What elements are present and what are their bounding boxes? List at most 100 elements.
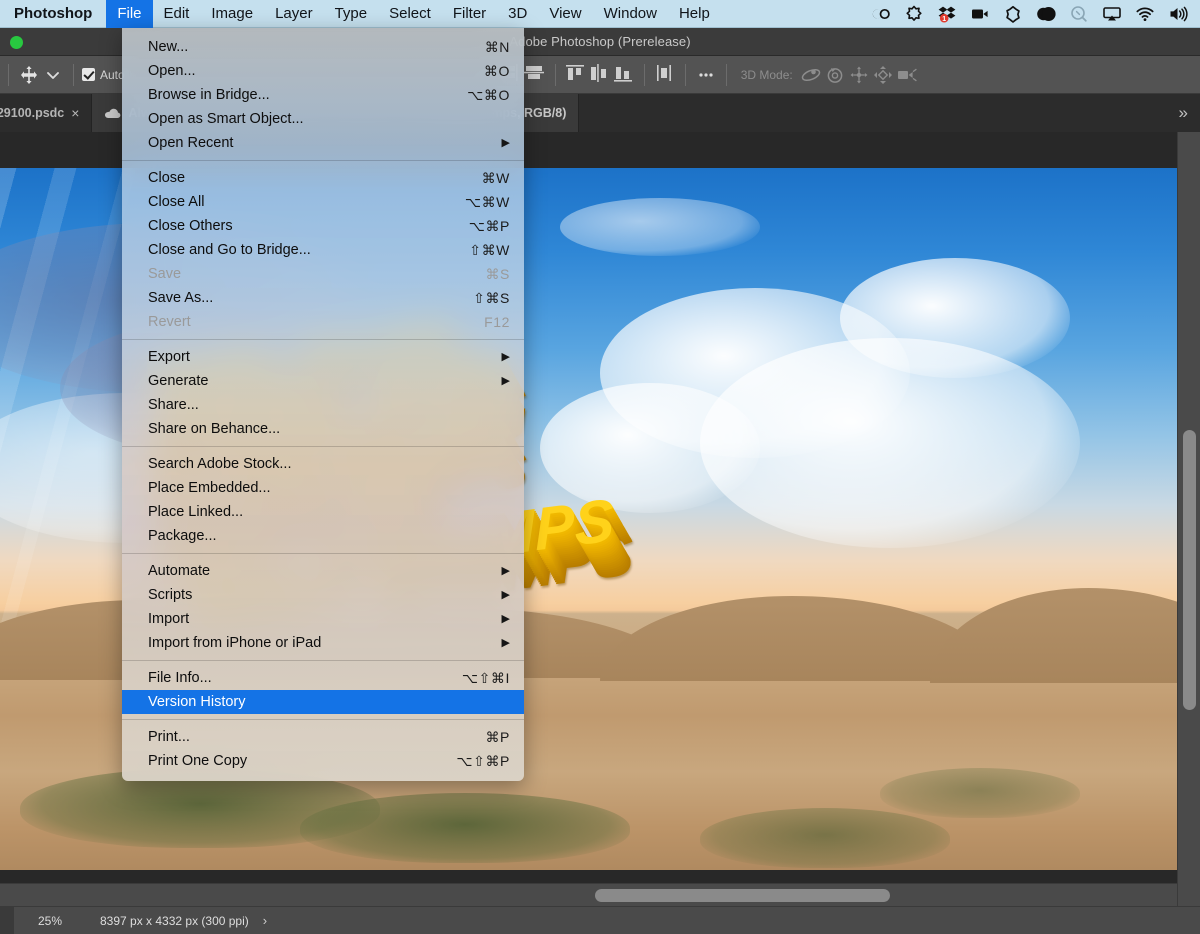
menu-item-shortcut: ⌥⇧⌘P: [456, 753, 510, 770]
menu-item-label: Search Adobe Stock...: [148, 456, 291, 472]
menu-item-print[interactable]: Print... ⌘P: [122, 725, 524, 749]
menu-item-shortcut: ⌘P: [485, 729, 510, 746]
menubar-item-3d[interactable]: 3D: [497, 0, 538, 28]
maximize-button[interactable]: [10, 36, 23, 49]
tab-inactive-document[interactable]: 71629100.psdc ×: [0, 94, 92, 132]
menu-item-automate[interactable]: Automate ▶: [122, 559, 524, 583]
menu-item-share-on-behance[interactable]: Share on Behance...: [122, 417, 524, 441]
menu-item-print-one-copy[interactable]: Print One Copy ⌥⇧⌘P: [122, 749, 524, 773]
cloud-document-icon: [104, 107, 121, 119]
zoom-level-field[interactable]: 25%: [14, 914, 86, 928]
menubar-item-image[interactable]: Image: [200, 0, 264, 28]
menu-item-revert: Revert F12: [122, 310, 524, 334]
align-vertical-centers-icon[interactable]: [588, 63, 612, 87]
distribute-icon[interactable]: [653, 63, 677, 87]
menubar-item-type[interactable]: Type: [324, 0, 379, 28]
submenu-arrow-icon: ▶: [502, 590, 510, 601]
wifi-icon[interactable]: [1135, 4, 1155, 24]
menu-item-scripts[interactable]: Scripts ▶: [122, 583, 524, 607]
svg-text:1: 1: [942, 16, 946, 23]
menu-item-open-recent[interactable]: Open Recent ▶: [122, 131, 524, 155]
sync-icon[interactable]: [1003, 4, 1023, 24]
align-horizontal-centers-icon[interactable]: [523, 63, 547, 87]
menubar-app-name[interactable]: Photoshop: [0, 0, 106, 28]
menu-item-package[interactable]: Package...: [122, 524, 524, 548]
menu-item-label: Automate: [148, 563, 210, 579]
more-options-icon[interactable]: [694, 63, 718, 87]
document-info-field[interactable]: 8397 px x 4332 px (300 ppi) ›: [86, 913, 267, 928]
menu-item-label: Generate: [148, 373, 208, 389]
auto-select-checkbox[interactable]: Auto: [82, 68, 125, 82]
menu-item-generate[interactable]: Generate ▶: [122, 369, 524, 393]
contrast-icon[interactable]: [1036, 4, 1056, 24]
tab-overflow-icon[interactable]: »: [1167, 94, 1200, 132]
menu-item-open-as-smart-object[interactable]: Open as Smart Object...: [122, 107, 524, 131]
menu-item-save-as[interactable]: Save As... ⇧⌘S: [122, 286, 524, 310]
horizontal-scrollbar-thumb[interactable]: [595, 889, 890, 902]
menu-item-label: Share on Behance...: [148, 421, 280, 437]
horizontal-scrollbar[interactable]: [0, 883, 1177, 906]
menu-item-search-adobe-stock[interactable]: Search Adobe Stock...: [122, 452, 524, 476]
screen-record-icon[interactable]: [970, 4, 990, 24]
menu-item-label: Print One Copy: [148, 753, 247, 769]
status-bar: 25% 8397 px x 4332 px (300 ppi) ›: [0, 906, 1200, 934]
vertical-scrollbar-thumb[interactable]: [1183, 430, 1196, 710]
menu-item-place-linked[interactable]: Place Linked...: [122, 500, 524, 524]
align-bottom-edges-icon[interactable]: [612, 63, 636, 87]
menu-item-close-all[interactable]: Close All ⌥⌘W: [122, 190, 524, 214]
divider: [644, 64, 645, 86]
menu-item-close-and-go-to-bridge[interactable]: Close and Go to Bridge... ⇧⌘W: [122, 238, 524, 262]
menu-item-label: File Info...: [148, 670, 212, 686]
creative-cloud-icon[interactable]: [871, 4, 891, 24]
menu-item-import-from-iphone-or-ipad[interactable]: Import from iPhone or iPad ▶: [122, 631, 524, 655]
menu-padding: [122, 28, 524, 35]
menu-item-file-info[interactable]: File Info... ⌥⇧⌘I: [122, 666, 524, 690]
menubar-item-filter[interactable]: Filter: [442, 0, 497, 28]
menu-item-open[interactable]: Open... ⌘O: [122, 59, 524, 83]
menubar-item-file[interactable]: File: [106, 0, 152, 28]
menu-item-shortcut: ⌘S: [485, 266, 510, 283]
menubar-item-help[interactable]: Help: [668, 0, 721, 28]
airplay-icon[interactable]: [1102, 4, 1122, 24]
menu-item-browse-in-bridge[interactable]: Browse in Bridge... ⌥⌘O: [122, 83, 524, 107]
dropbox-icon[interactable]: 1: [937, 4, 957, 24]
menu-item-label: Import: [148, 611, 189, 627]
file-menu-dropdown[interactable]: New... ⌘N Open... ⌘O Browse in Bridge...…: [122, 28, 524, 781]
cloud-shape: [600, 288, 910, 458]
menu-item-shortcut: ⌘N: [485, 39, 510, 56]
menubar-item-edit[interactable]: Edit: [153, 0, 201, 28]
checkbox-box[interactable]: [82, 68, 95, 81]
menu-item-close[interactable]: Close ⌘W: [122, 166, 524, 190]
menu-item-import[interactable]: Import ▶: [122, 607, 524, 631]
menu-item-export[interactable]: Export ▶: [122, 345, 524, 369]
menu-item-version-history[interactable]: Version History: [122, 690, 524, 714]
menu-item-share[interactable]: Share...: [122, 393, 524, 417]
close-icon[interactable]: ×: [71, 105, 79, 121]
menu-item-place-embedded[interactable]: Place Embedded...: [122, 476, 524, 500]
menubar-item-layer[interactable]: Layer: [264, 0, 324, 28]
auto-select-label: Auto: [100, 68, 125, 82]
menubar-item-view[interactable]: View: [538, 0, 592, 28]
chevron-down-icon[interactable]: [41, 63, 65, 87]
volume-icon[interactable]: [1168, 4, 1188, 24]
align-top-edges-icon[interactable]: [564, 63, 588, 87]
window-title: Adobe Photoshop (Prerelease): [509, 34, 690, 49]
menu-item-close-others[interactable]: Close Others ⌥⌘P: [122, 214, 524, 238]
submenu-arrow-icon: ▶: [502, 566, 510, 577]
menu-item-shortcut: ⌥⇧⌘I: [462, 670, 510, 687]
menu-item-label: Open as Smart Object...: [148, 111, 304, 127]
vertical-scrollbar[interactable]: [1177, 132, 1200, 906]
spotlight-search-icon[interactable]: [1069, 4, 1089, 24]
pan-3d-camera-icon: [847, 63, 871, 87]
roll-3d-camera-icon: [823, 63, 847, 87]
chevron-right-icon[interactable]: ›: [263, 913, 267, 928]
move-tool-icon[interactable]: [17, 63, 41, 87]
menu-item-shortcut: ⌥⌘O: [467, 87, 510, 104]
menu-item-shortcut: ⌥⌘P: [469, 218, 510, 235]
menu-item-shortcut: F12: [484, 314, 510, 330]
menubar-item-select[interactable]: Select: [378, 0, 442, 28]
menu-item-label: Revert: [148, 314, 191, 330]
adobe-app-icon[interactable]: [904, 4, 924, 24]
menubar-item-window[interactable]: Window: [593, 0, 668, 28]
menu-item-new[interactable]: New... ⌘N: [122, 35, 524, 59]
